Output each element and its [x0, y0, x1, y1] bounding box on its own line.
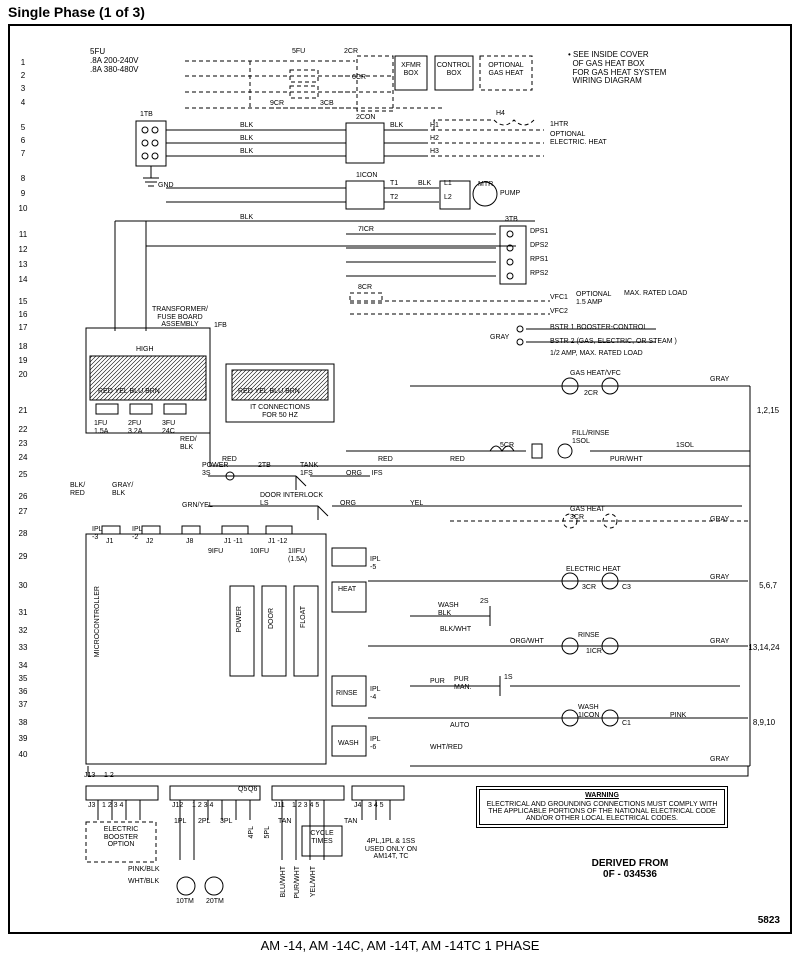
diagram-frame: 1 2 3 4 5 6 7 8 9 10 11 12 13 14 15 16 1…	[8, 24, 792, 934]
box-cycle-times: CYCLE TIMES	[304, 830, 340, 845]
box-transformer: TRANSFORMER/ FUSE BOARD ASSEMBLY	[150, 306, 210, 329]
footer-caption: AM -14, AM -14C, AM -14T, AM -14TC 1 PHA…	[0, 934, 800, 957]
box-control: CONTROL BOX	[435, 62, 473, 77]
warning-box: WARNING ELECTRICAL AND GROUNDING CONNECT…	[476, 786, 728, 828]
box-used-only: 4PL,1PL & 1SS USED ONLY ON AM14T, TC	[356, 838, 426, 861]
box-optional-gas: OPTIONAL GAS HEAT	[480, 62, 532, 77]
box-microcontroller: MICROCONTROLLER	[94, 586, 102, 657]
box-it-conn: IT CONNECTIONS FOR 50 HZ	[234, 404, 326, 419]
lbl-5fu-rating: 5FU .8A 200-240V .8A 380-480V	[90, 48, 138, 74]
derived-from: DERIVED FROM 0F - 034536	[530, 858, 730, 880]
box-xfmr: XFMR BOX	[396, 62, 426, 77]
page-title: Single Phase (1 of 3)	[0, 0, 800, 24]
note-top: • SEE INSIDE COVER OF GAS HEAT BOX FOR G…	[568, 51, 666, 86]
page-code: 5823	[758, 915, 780, 926]
itb-label: 1TB	[140, 111, 153, 119]
box-booster: ELECTRIC BOOSTER OPTION	[88, 826, 154, 849]
